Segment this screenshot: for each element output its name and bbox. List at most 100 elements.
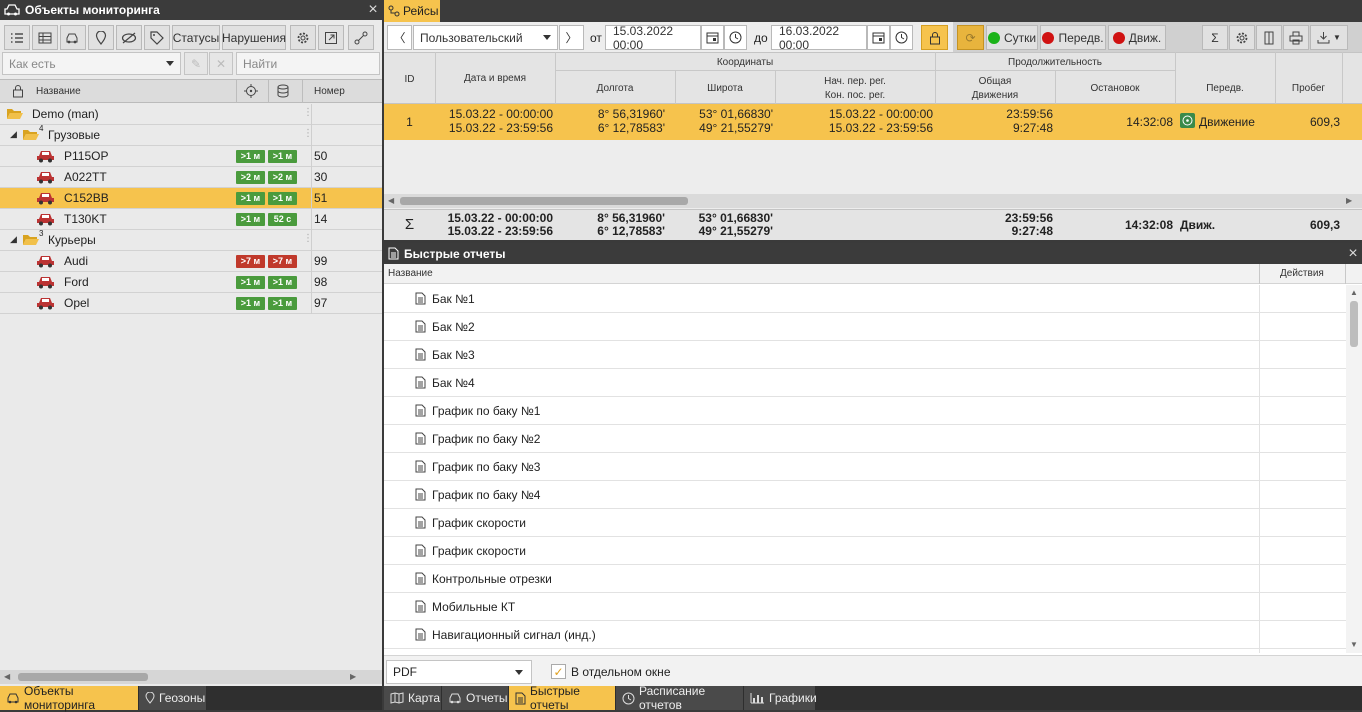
time-from-button[interactable] <box>724 25 747 50</box>
vehicle-row[interactable]: Ford >1 м >1 м 98 <box>0 272 382 293</box>
vehicle-row[interactable]: Opel >1 м >1 м 97 <box>0 293 382 314</box>
report-list-item[interactable]: Бак №4 <box>384 369 1346 397</box>
separate-window-checkbox[interactable]: ✓ <box>551 664 566 679</box>
time-to-button[interactable] <box>890 25 913 50</box>
report-list-item[interactable]: График скорости <box>384 537 1346 565</box>
collapse-arrow-icon[interactable]: ◢ <box>10 234 17 245</box>
calendar-to-button[interactable] <box>867 25 890 50</box>
geozone-filter-button[interactable] <box>88 25 114 50</box>
calendar-from-button[interactable] <box>701 25 724 50</box>
scroll-left-icon[interactable]: ◀ <box>388 196 394 205</box>
report-list-item[interactable]: Бак №2 <box>384 313 1346 341</box>
statuses-button[interactable]: Статусы <box>172 25 220 50</box>
edit-button[interactable]: ✎ <box>184 52 208 75</box>
scrollbar-thumb[interactable] <box>18 673 148 681</box>
column-name-header[interactable]: Название <box>36 86 81 97</box>
settings-button[interactable] <box>290 25 316 50</box>
group-row[interactable]: ◢ 3 Курьеры ⋮ <box>0 229 382 251</box>
database-icon[interactable] <box>277 84 289 98</box>
prev-period-button[interactable]: 〈 <box>387 25 412 50</box>
col-total2[interactable]: Движения <box>935 89 1055 102</box>
grouping-select[interactable]: Как есть <box>2 52 181 75</box>
from-date-input[interactable]: 15.03.2022 00:00 <box>605 24 701 52</box>
scroll-up-icon[interactable]: ▲ <box>1350 288 1358 297</box>
sum-button[interactable]: Σ <box>1202 25 1228 50</box>
vehicle-row[interactable]: A022TT >2 м >2 м 30 <box>0 167 382 188</box>
list-view-button[interactable] <box>4 25 30 50</box>
tags-button[interactable] <box>144 25 170 50</box>
clear-button[interactable]: ✕ <box>209 52 233 75</box>
filter-motion-button[interactable]: Движ. <box>1108 25 1166 50</box>
link-button[interactable] <box>348 25 374 50</box>
tab-charts[interactable]: Графики <box>744 686 817 710</box>
col-id[interactable]: ID <box>384 73 435 86</box>
report-list-item[interactable]: Бак №3 <box>384 341 1346 369</box>
report-list-item[interactable]: Бак №1 <box>384 285 1346 313</box>
col-report-actions[interactable]: Действия <box>1280 268 1324 279</box>
col-report-name[interactable]: Название <box>388 268 433 279</box>
tab-map[interactable]: Карта <box>384 686 442 710</box>
next-period-button[interactable]: 〉 <box>559 25 584 50</box>
scrollbar-thumb[interactable] <box>400 197 688 205</box>
col-duration[interactable]: Продолжительность <box>935 56 1175 69</box>
report-list-item[interactable]: Мобильные КТ <box>384 593 1346 621</box>
tab-monitoring-objects[interactable]: Объекты мониторинга <box>0 684 139 712</box>
scrollbar-thumb[interactable] <box>1350 301 1358 347</box>
scroll-right-icon[interactable]: ▶ <box>1346 196 1352 205</box>
period-select[interactable]: Пользовательский <box>413 25 558 50</box>
hide-button[interactable] <box>116 25 142 50</box>
filter-transfer-button[interactable]: Передв. <box>1040 25 1106 50</box>
report-list-item[interactable]: График по баку №4 <box>384 481 1346 509</box>
collapse-arrow-icon[interactable]: ◢ <box>10 129 17 140</box>
search-input[interactable]: Найти <box>236 52 380 75</box>
report-list-item[interactable]: График скорости <box>384 509 1346 537</box>
filter-day-button[interactable]: Сутки <box>986 25 1038 50</box>
lock-period-button[interactable] <box>921 25 948 50</box>
close-icon[interactable]: × <box>364 1 382 19</box>
scroll-down-icon[interactable]: ▼ <box>1350 640 1358 649</box>
tab-quick-reports[interactable]: Быстрые отчеты <box>509 684 616 712</box>
target-icon[interactable] <box>244 84 258 98</box>
vehicle-row[interactable]: T130KT >1 м 52 с 14 <box>0 209 382 230</box>
col-mileage[interactable]: Пробег <box>1275 82 1342 95</box>
to-date-input[interactable]: 16.03.2022 00:00 <box>771 24 867 52</box>
scroll-right-icon[interactable]: ▶ <box>350 672 356 681</box>
report-list-item[interactable]: Контрольные отрезки <box>384 565 1346 593</box>
print-button[interactable] <box>1283 25 1309 50</box>
refresh-button[interactable]: ⟳ <box>957 25 984 50</box>
col-datetime[interactable]: Дата и время <box>435 72 555 85</box>
vertical-scrollbar[interactable]: ▲ ▼ <box>1346 285 1362 653</box>
vehicles-button[interactable] <box>60 25 86 50</box>
col-reg1[interactable]: Нач. пер. рег. <box>775 75 935 88</box>
table-view-button[interactable] <box>32 25 58 50</box>
col-lat[interactable]: Широта <box>675 82 775 95</box>
vehicle-row[interactable]: P115OP >1 м >1 м 50 <box>0 146 382 167</box>
scroll-left-icon[interactable]: ◀ <box>4 672 10 681</box>
col-transfer[interactable]: Передв. <box>1175 82 1275 95</box>
violations-button[interactable]: Нарушения <box>222 25 286 50</box>
tree-root-row[interactable]: Demo (man) ⋮ <box>0 104 382 125</box>
lock-icon[interactable] <box>12 84 24 98</box>
report-list-item[interactable]: Навигационный сигнал (инд.) <box>384 621 1346 649</box>
report-list-item[interactable]: График по баку №2 <box>384 425 1346 453</box>
format-select[interactable]: PDF <box>386 660 532 684</box>
group-row[interactable]: ◢ 4 Грузовые ⋮ <box>0 124 382 146</box>
settings-button[interactable] <box>1229 25 1255 50</box>
col-lon[interactable]: Долгота <box>555 82 675 95</box>
close-icon[interactable]: × <box>1344 245 1362 263</box>
report-list-item[interactable]: График по баку №1 <box>384 397 1346 425</box>
horizontal-scrollbar[interactable]: ◀ ▶ <box>384 194 1362 208</box>
horizontal-scrollbar[interactable]: ◀ ▶ <box>0 670 382 684</box>
vehicle-row-selected[interactable]: C152BB >1 м >1 м 51 <box>0 188 382 209</box>
vehicle-row[interactable]: Audi >7 м >7 м 99 <box>0 251 382 272</box>
tab-geozones[interactable]: Геозоны <box>139 686 207 710</box>
column-number-header[interactable]: Номер <box>314 86 345 97</box>
col-reg2[interactable]: Кон. пос. рег. <box>775 89 935 102</box>
tab-reports[interactable]: Отчеты <box>442 686 509 710</box>
col-total1[interactable]: Общая <box>935 75 1055 88</box>
report-list-item[interactable]: График по баку №3 <box>384 453 1346 481</box>
columns-button[interactable] <box>1256 25 1282 50</box>
open-external-button[interactable] <box>318 25 344 50</box>
col-stop[interactable]: Остановок <box>1055 82 1175 95</box>
tab-schedule[interactable]: Расписание отчетов <box>616 684 744 712</box>
